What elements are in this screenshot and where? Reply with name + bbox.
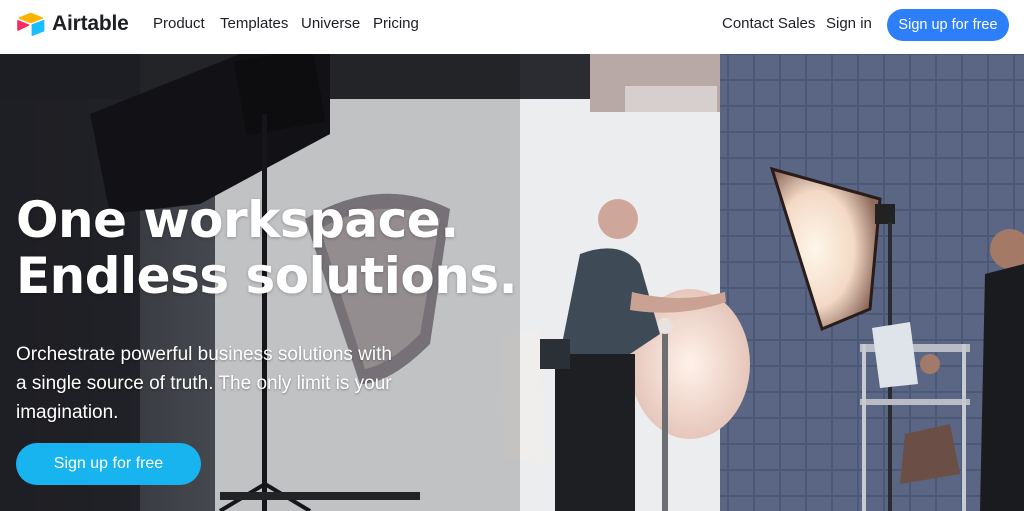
top-nav: Airtable Product Templates Universe Pric… [0, 0, 1024, 54]
nav-link-product[interactable]: Product [153, 15, 205, 32]
hero-section: One workspace. Endless solutions. Orches… [0, 54, 1024, 511]
nav-link-contact-sales[interactable]: Contact Sales [722, 15, 815, 32]
nav-link-universe[interactable]: Universe [301, 15, 360, 32]
hero-headline-line1: One workspace. [16, 191, 459, 249]
brand-name[interactable]: Airtable [52, 12, 129, 36]
airtable-logo-icon[interactable] [16, 12, 46, 38]
nav-link-pricing[interactable]: Pricing [373, 15, 419, 32]
nav-link-sign-in[interactable]: Sign in [826, 15, 872, 32]
hero-headline-line2: Endless solutions. [16, 247, 518, 305]
nav-link-templates[interactable]: Templates [220, 15, 288, 32]
hero-subhead: Orchestrate powerful business solutions … [16, 344, 392, 423]
signup-button-header[interactable]: Sign up for free [887, 9, 1009, 41]
signup-button-hero[interactable]: Sign up for free [16, 443, 201, 485]
hero-headline: One workspace. Endless solutions. [16, 191, 518, 305]
